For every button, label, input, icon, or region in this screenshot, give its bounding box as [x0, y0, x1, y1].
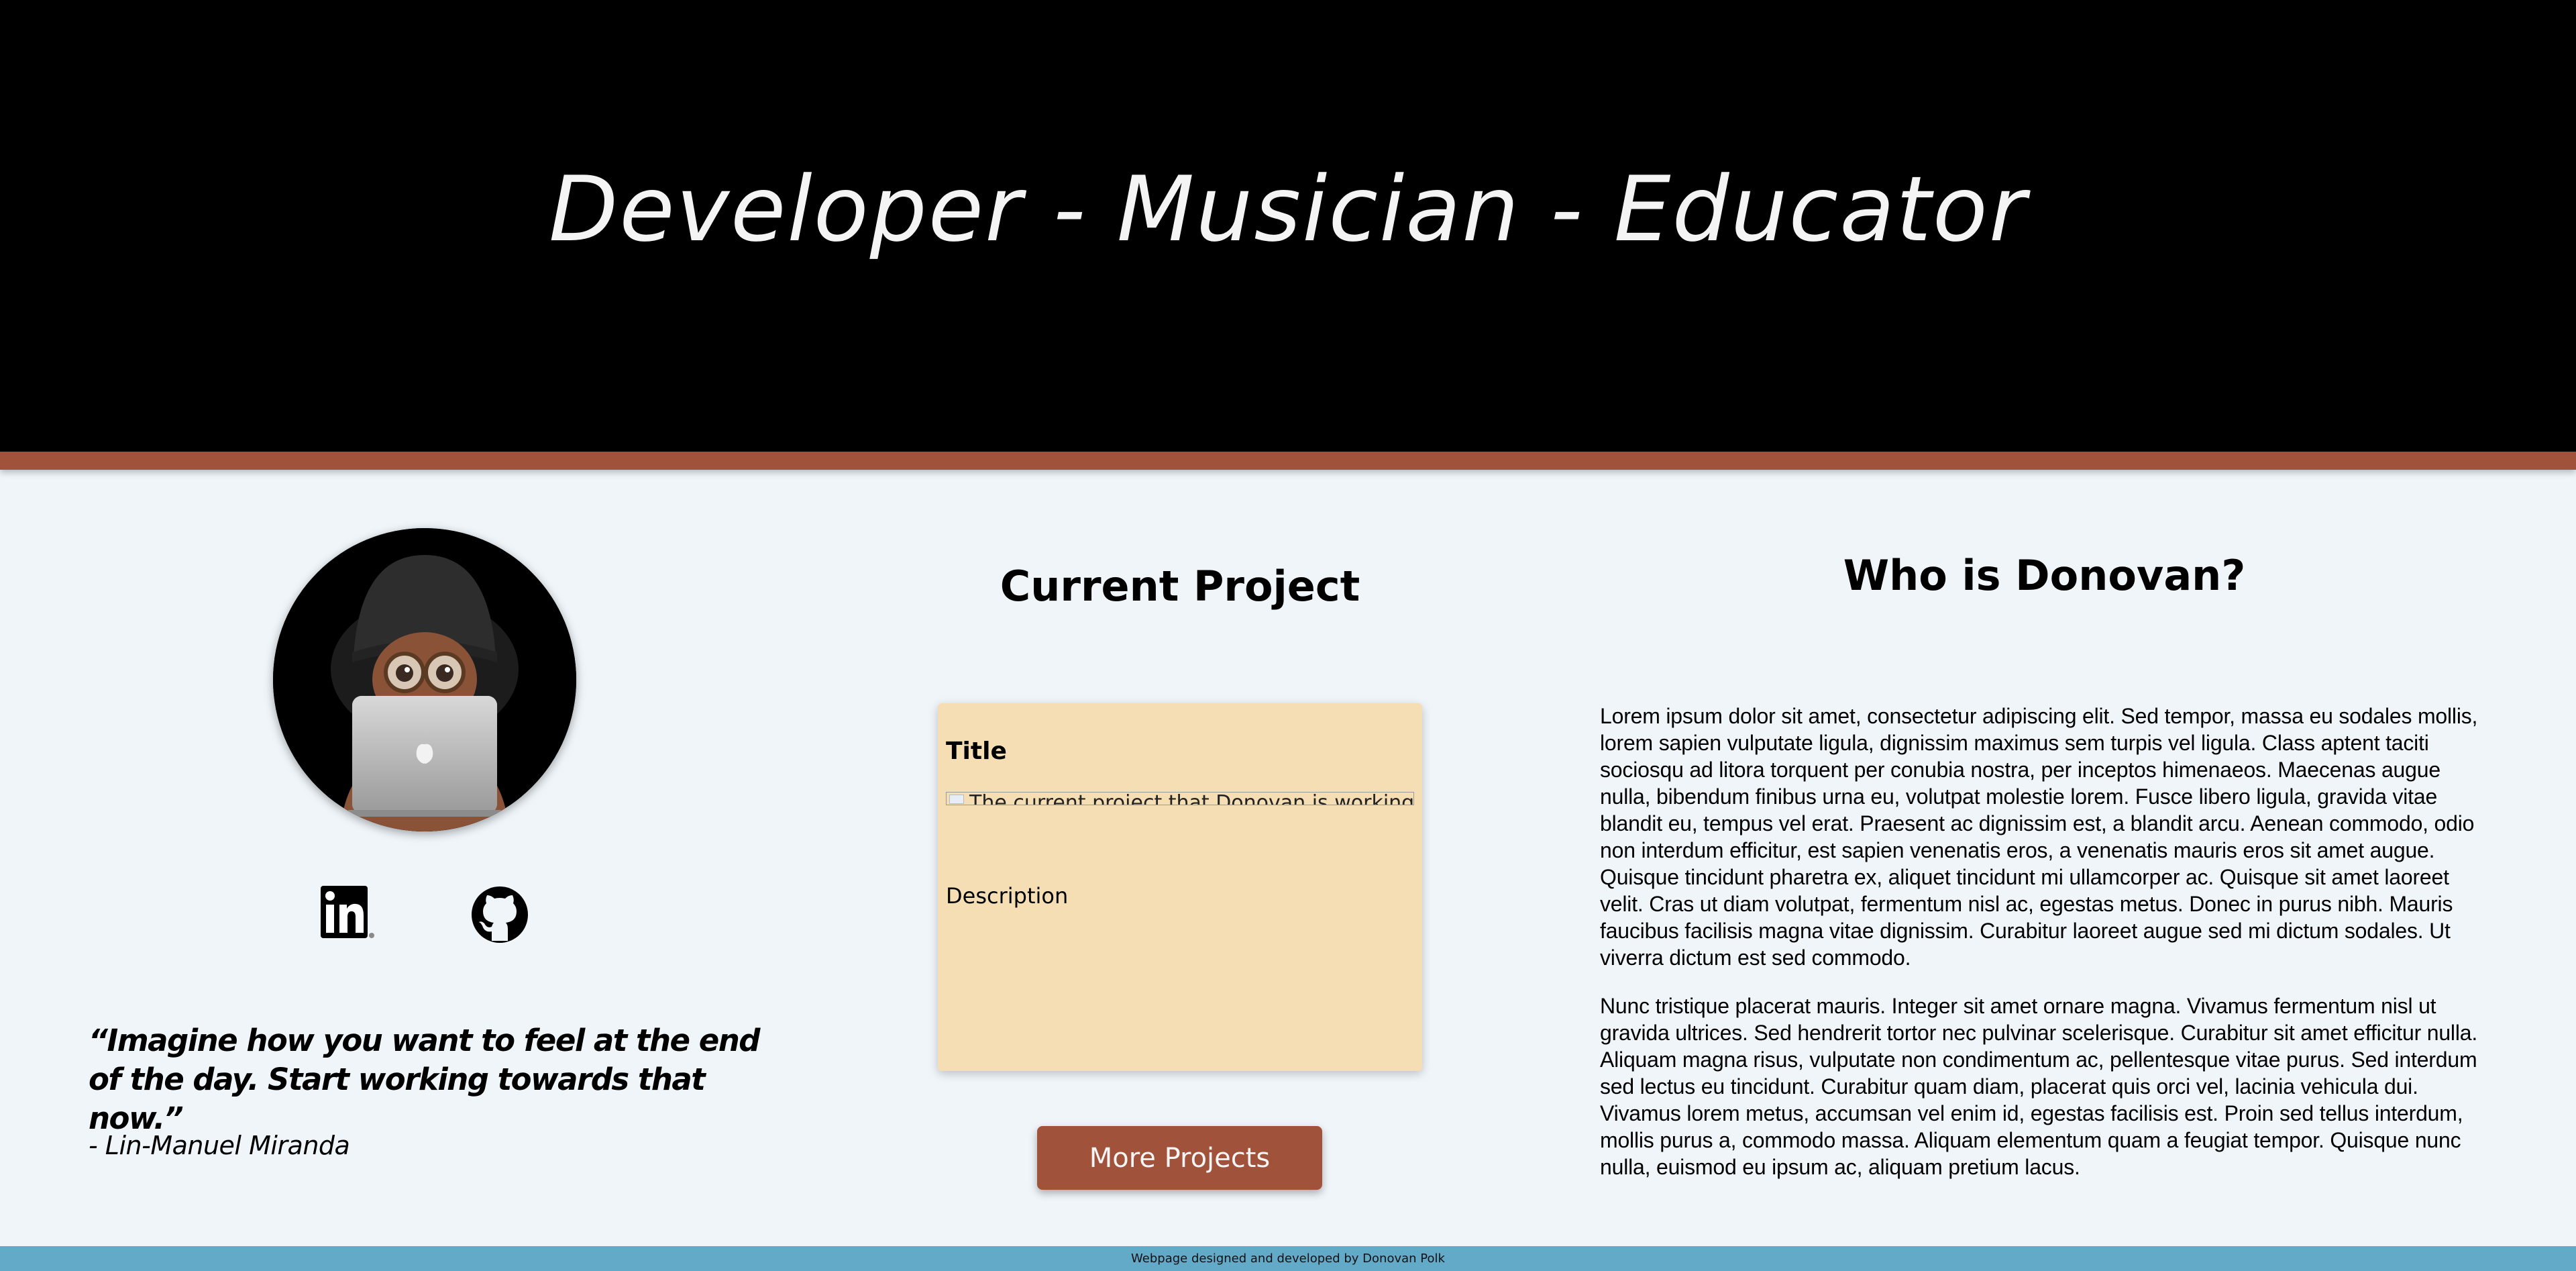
memoji-avatar-icon: [273, 528, 576, 831]
bio-paragraph: Nunc tristique placerat mauris. Integer …: [1600, 994, 2478, 1179]
quote-text: “Imagine how you want to feel at the end…: [89, 1023, 760, 1136]
broken-image-icon: [949, 795, 964, 804]
footer: Webpage designed and developed by Donova…: [0, 1246, 2576, 1271]
hero-divider: [0, 452, 2576, 470]
about-heading: Who is Donovan?: [1843, 551, 2246, 600]
project-image-alt: The current project that Donovan is work…: [969, 792, 1414, 805]
hero-title: Developer - Musician - Educator: [549, 157, 2027, 262]
quote-author: - Lin-Manuel Miranda: [89, 1131, 350, 1160]
github-link[interactable]: [470, 884, 530, 945]
more-projects-button[interactable]: More Projects: [1037, 1126, 1322, 1190]
bio-paragraph: Lorem ipsum dolor sit amet, consectetur …: [1600, 704, 2478, 970]
linkedin-link[interactable]: [315, 884, 376, 945]
github-icon: [472, 886, 528, 943]
project-description: Description: [946, 883, 1069, 909]
footer-credit: Webpage designed and developed by Donova…: [1131, 1252, 1445, 1266]
current-project-heading: Current Project: [1000, 562, 1360, 611]
about-bio: Lorem ipsum dolor sit amet, consectetur …: [1600, 703, 2489, 1202]
avatar: [273, 528, 576, 831]
project-image: The current project that Donovan is work…: [946, 792, 1414, 805]
project-card: Title The current project that Donovan i…: [938, 703, 1422, 1071]
hero-banner: Developer - Musician - Educator: [0, 0, 2576, 452]
project-title: Title: [946, 738, 1007, 765]
linkedin-icon: [321, 886, 374, 938]
